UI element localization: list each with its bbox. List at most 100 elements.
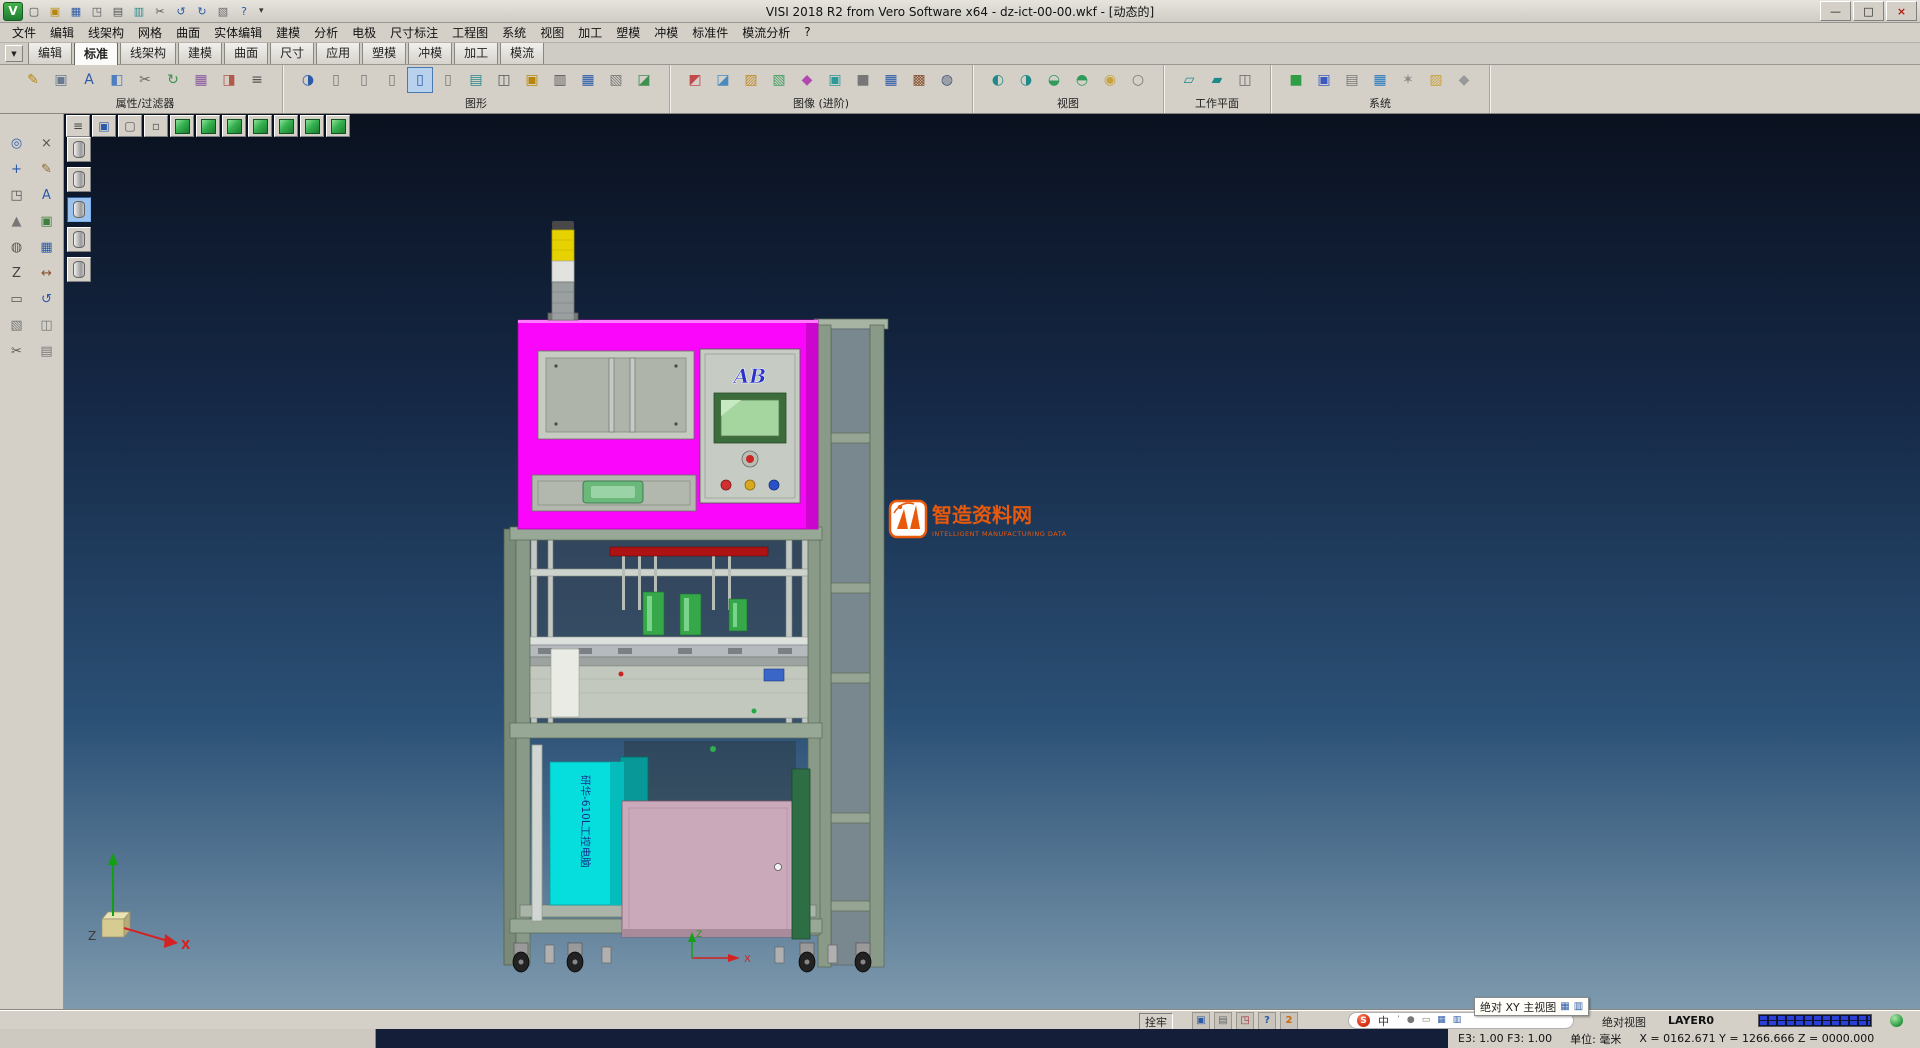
left-toolbar-icon[interactable]: ▭ bbox=[4, 287, 30, 312]
view-button[interactable] bbox=[274, 115, 298, 137]
ime-icon[interactable]: ▭ bbox=[1422, 1016, 1431, 1025]
toolbar-tab[interactable]: 应用 bbox=[316, 41, 360, 64]
quickbar-dropdown-icon[interactable]: ▾ bbox=[254, 6, 269, 16]
left-toolbar-icon[interactable]: ◎ bbox=[4, 131, 30, 156]
view-button[interactable]: ≡ bbox=[66, 115, 90, 137]
current-layer-label[interactable]: LAYER0 bbox=[1668, 1014, 1714, 1027]
layer-color-bar[interactable] bbox=[1758, 1014, 1872, 1027]
status-icon[interactable]: ▣ bbox=[1192, 1012, 1210, 1030]
quickbar-icon[interactable]: ▤ bbox=[108, 2, 128, 21]
ribbon-icon[interactable]: ▤ bbox=[1339, 67, 1365, 93]
left-toolbar-icon[interactable]: Z bbox=[4, 261, 30, 286]
ribbon-icon[interactable]: ▦ bbox=[575, 67, 601, 93]
menu-item[interactable]: 文件 bbox=[5, 23, 43, 42]
left-toolbar-icon[interactable]: ↺ bbox=[34, 287, 60, 312]
quickbar-icon[interactable]: ▧ bbox=[213, 2, 233, 21]
ribbon-icon[interactable]: ✂ bbox=[132, 67, 158, 93]
left-toolbar-icon[interactable]: ▣ bbox=[34, 209, 60, 234]
ribbon-icon[interactable]: ◫ bbox=[1232, 67, 1258, 93]
ime-logo-icon[interactable]: S bbox=[1357, 1014, 1370, 1027]
ribbon-icon[interactable]: ▰ bbox=[1204, 67, 1230, 93]
ribbon-icon[interactable]: ◓ bbox=[1069, 67, 1095, 93]
menu-item[interactable]: ? bbox=[797, 24, 817, 40]
menu-item[interactable]: 实体编辑 bbox=[207, 23, 269, 42]
ribbon-icon[interactable]: ✎ bbox=[20, 67, 46, 93]
left-toolbar-icon[interactable]: A bbox=[34, 183, 60, 208]
ribbon-icon[interactable]: ◍ bbox=[934, 67, 960, 93]
ribbon-icon[interactable]: ▩ bbox=[906, 67, 932, 93]
left-toolbar-icon[interactable]: ▦ bbox=[34, 235, 60, 260]
ribbon-icon[interactable]: ▤ bbox=[463, 67, 489, 93]
ribbon-icon[interactable]: ○ bbox=[1125, 67, 1151, 93]
quickbar-icon[interactable]: ▢ bbox=[24, 2, 44, 21]
ribbon-icon[interactable]: ▦ bbox=[1367, 67, 1393, 93]
left-toolbar-icon[interactable]: ◍ bbox=[4, 235, 30, 260]
toolbar-tab[interactable]: 曲面 bbox=[224, 41, 268, 64]
menu-item[interactable]: 加工 bbox=[571, 23, 609, 42]
ribbon-icon[interactable]: ▯ bbox=[351, 67, 377, 93]
ime-mode-toggle[interactable]: 中 bbox=[1378, 1013, 1389, 1029]
toolbar-tab[interactable]: 加工 bbox=[454, 41, 498, 64]
tabbar-dropdown-icon[interactable]: ▼ bbox=[5, 45, 23, 62]
quickbar-icon[interactable]: ↺ bbox=[171, 2, 191, 21]
toolbar-tab[interactable]: 线架构 bbox=[120, 41, 176, 64]
ribbon-icon[interactable]: ▦ bbox=[878, 67, 904, 93]
quickbar-icon[interactable]: ✂ bbox=[150, 2, 170, 21]
ribbon-icon[interactable]: ◐ bbox=[985, 67, 1011, 93]
ime-icon[interactable]: ▦ bbox=[1437, 1016, 1446, 1025]
quickbar-icon[interactable]: ↻ bbox=[192, 2, 212, 21]
left-toolbar-icon[interactable]: ▧ bbox=[4, 313, 30, 338]
view-button[interactable] bbox=[170, 115, 194, 137]
quickbar-icon[interactable]: ▥ bbox=[129, 2, 149, 21]
ribbon-icon[interactable]: ▦ bbox=[188, 67, 214, 93]
ribbon-icon[interactable]: ◑ bbox=[295, 67, 321, 93]
quickbar-icon[interactable]: ? bbox=[234, 2, 254, 21]
ribbon-icon[interactable]: ◆ bbox=[794, 67, 820, 93]
menu-item[interactable]: 线架构 bbox=[81, 23, 131, 42]
view-button[interactable] bbox=[248, 115, 272, 137]
ribbon-icon[interactable]: ◒ bbox=[1041, 67, 1067, 93]
toolbar-tab[interactable]: 编辑 bbox=[28, 41, 72, 64]
left-toolbar-icon[interactable]: ✂ bbox=[4, 339, 30, 364]
toolbar-tab[interactable]: 标准 bbox=[74, 42, 118, 65]
toolbar-tab[interactable]: 建模 bbox=[178, 41, 222, 64]
quickbar-icon[interactable]: V bbox=[3, 2, 23, 21]
ribbon-icon[interactable]: ▨ bbox=[738, 67, 764, 93]
ime-icon[interactable]: ▥ bbox=[1453, 1016, 1462, 1025]
ime-icon[interactable]: ’ bbox=[1397, 1016, 1400, 1025]
filter-toggle-button[interactable] bbox=[67, 197, 91, 222]
toolbar-tab[interactable]: 冲模 bbox=[408, 41, 452, 64]
ribbon-icon[interactable]: ◫ bbox=[491, 67, 517, 93]
ime-icon[interactable]: ● bbox=[1407, 1016, 1415, 1025]
ribbon-icon[interactable]: ■ bbox=[1283, 67, 1309, 93]
menu-item[interactable]: 曲面 bbox=[169, 23, 207, 42]
ribbon-icon[interactable]: ▣ bbox=[822, 67, 848, 93]
quickbar-icon[interactable]: ▣ bbox=[45, 2, 65, 21]
menu-item[interactable]: 冲模 bbox=[647, 23, 685, 42]
status-icon[interactable]: 2 bbox=[1280, 1012, 1298, 1030]
left-toolbar-icon[interactable]: ✎ bbox=[34, 157, 60, 182]
menu-item[interactable]: 塑模 bbox=[609, 23, 647, 42]
view-button[interactable]: ▣ bbox=[92, 115, 116, 137]
filter-toggle-button[interactable] bbox=[67, 227, 91, 252]
command-prompt-field[interactable] bbox=[0, 1029, 376, 1048]
menu-item[interactable]: 工程图 bbox=[445, 23, 495, 42]
status-icon[interactable]: ▤ bbox=[1214, 1012, 1232, 1030]
menu-item[interactable]: 标准件 bbox=[685, 23, 735, 42]
toolbar-tab[interactable]: 塑模 bbox=[362, 41, 406, 64]
ribbon-icon[interactable]: A bbox=[76, 67, 102, 93]
filter-toggle-button[interactable] bbox=[67, 137, 91, 162]
left-toolbar-icon[interactable]: + bbox=[4, 157, 30, 182]
viewport-3d[interactable]: 研华-610L工控电脑 bbox=[64, 113, 1920, 1010]
ribbon-icon[interactable]: ▣ bbox=[1311, 67, 1337, 93]
ribbon-icon[interactable]: ▯ bbox=[407, 67, 433, 93]
menu-item[interactable]: 系统 bbox=[495, 23, 533, 42]
ribbon-icon[interactable]: ▯ bbox=[379, 67, 405, 93]
ribbon-icon[interactable]: ≡ bbox=[244, 67, 270, 93]
left-toolbar-icon[interactable]: ↔ bbox=[34, 261, 60, 286]
status-icon[interactable]: ◳ bbox=[1236, 1012, 1254, 1030]
ribbon-icon[interactable]: ▨ bbox=[1423, 67, 1449, 93]
ribbon-icon[interactable]: ◨ bbox=[216, 67, 242, 93]
ribbon-icon[interactable]: ▧ bbox=[603, 67, 629, 93]
ribbon-icon[interactable]: ◧ bbox=[104, 67, 130, 93]
